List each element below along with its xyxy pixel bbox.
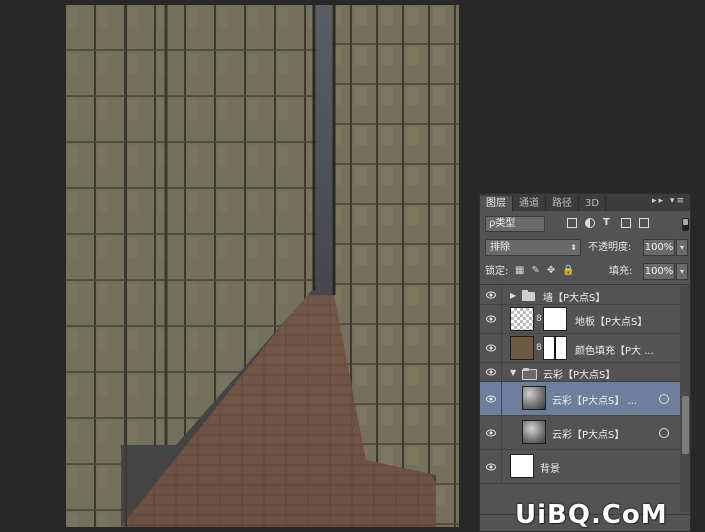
eye-icon[interactable]	[486, 463, 496, 471]
fill-label: 填充:	[609, 266, 633, 277]
layer-name: 背景	[540, 464, 560, 475]
eye-icon[interactable]	[486, 344, 496, 352]
layers-panel: 图层 通道 路径 3D ▸▸ ▾≡ ρ类型 T 排除 ⬍ 不透明度: 100% …	[479, 193, 691, 532]
lock-position-icon[interactable]: ✥	[547, 266, 555, 276]
tab-channels[interactable]: 通道	[513, 196, 546, 211]
eye-icon[interactable]	[486, 395, 496, 403]
link-icon[interactable]: 8	[536, 314, 542, 324]
layer-name: 颜色填充【P大 ...	[575, 346, 654, 357]
pixel-filter-icon[interactable]	[567, 218, 577, 228]
smart-object-thumbnail	[522, 420, 546, 444]
layer-color-fill[interactable]: 8 颜色填充【P大 ...	[480, 334, 690, 363]
fill-color-thumbnail[interactable]	[510, 336, 534, 360]
layer-clouds[interactable]: 云彩【P大点S】	[480, 416, 690, 450]
panel-tabs: 图层 通道 路径 3D ▸▸ ▾≡	[480, 194, 690, 211]
layer-floor[interactable]: 8 地板【P大点S】	[480, 305, 690, 334]
smart-object-thumbnail	[522, 386, 546, 410]
tab-3d[interactable]: 3D	[579, 196, 607, 211]
mask-thumbnail[interactable]	[543, 336, 567, 360]
layer-name: 云彩【P大点S】	[552, 430, 625, 441]
visibility-column-divider	[501, 286, 502, 304]
visibility-column-divider	[501, 416, 502, 449]
eye-icon[interactable]	[486, 291, 496, 299]
visibility-column-divider	[501, 334, 502, 362]
lock-transparent-icon[interactable]: ▦	[515, 266, 524, 276]
layer-filter-select[interactable]: ρ类型	[485, 216, 545, 232]
divider	[480, 284, 690, 285]
fill-field[interactable]: 100%	[643, 263, 675, 280]
smart-filter-icon[interactable]	[659, 393, 669, 404]
layer-name: 墙【P大点S】	[543, 293, 606, 304]
scrollbar-thumb[interactable]	[682, 396, 689, 454]
panel-menu-button[interactable]: ▸▸ ▾≡	[652, 196, 686, 206]
eye-icon[interactable]	[486, 429, 496, 437]
fill-dropdown-button[interactable]: ▾	[676, 263, 688, 280]
mask-thumbnail[interactable]	[543, 307, 567, 331]
opacity-field[interactable]: 100%	[643, 239, 675, 256]
folder-icon	[522, 368, 537, 380]
smart-filter-icon[interactable]	[659, 427, 669, 438]
layer-clouds-copy[interactable]: 云彩【P大点S】 ...	[480, 382, 690, 416]
layer-name: 地板【P大点S】	[575, 317, 648, 328]
lock-label: 锁定:	[485, 266, 509, 277]
document-canvas[interactable]	[66, 5, 459, 527]
tab-layers[interactable]: 图层	[480, 196, 513, 211]
layer-group-wall[interactable]: ▶ 墙【P大点S】	[480, 286, 690, 305]
visibility-column-divider	[501, 363, 502, 381]
layer-list: ▶ 墙【P大点S】 8 地板【P大点S】 8 颜色填充【P大 ... ▼ 云彩【…	[480, 286, 690, 484]
opacity-dropdown-button[interactable]: ▾	[676, 239, 688, 256]
collapse-arrow-icon[interactable]: ▼	[510, 368, 516, 377]
link-icon[interactable]: 8	[536, 343, 542, 353]
eye-icon[interactable]	[486, 315, 496, 323]
expand-arrow-icon[interactable]: ▶	[510, 291, 516, 300]
tab-paths[interactable]: 路径	[546, 196, 579, 211]
visibility-column-divider	[501, 305, 502, 333]
shape-filter-icon[interactable]	[621, 218, 631, 228]
watermark-logo: UiBQ.CoM	[515, 500, 668, 530]
blend-mode-value: 排除	[490, 242, 510, 253]
corridor-image	[66, 5, 459, 527]
filter-toggle[interactable]	[682, 218, 689, 231]
blend-mode-select[interactable]: 排除 ⬍	[485, 239, 581, 256]
eye-icon[interactable]	[486, 368, 496, 376]
lock-all-icon[interactable]: 🔒	[562, 266, 574, 276]
smart-object-filter-icon[interactable]	[639, 218, 649, 228]
layer-group-clouds[interactable]: ▼ 云彩【P大点S】	[480, 363, 690, 382]
visibility-column-divider	[501, 450, 502, 483]
adjustment-filter-icon[interactable]	[585, 218, 595, 228]
layer-thumbnail	[510, 307, 534, 331]
folder-icon	[522, 290, 535, 301]
chevron-down-icon: ⬍	[570, 243, 577, 252]
opacity-label: 不透明度:	[588, 242, 632, 253]
layer-thumbnail	[510, 454, 534, 478]
type-filter-icon[interactable]: T	[603, 218, 613, 228]
lock-image-icon[interactable]: ✎	[531, 266, 539, 276]
layer-name: 云彩【P大点S】 ...	[552, 396, 638, 407]
layer-background[interactable]: 背景	[480, 450, 690, 484]
layers-scrollbar[interactable]	[680, 286, 690, 512]
visibility-column-divider	[501, 382, 502, 415]
layer-name: 云彩【P大点S】	[543, 370, 616, 381]
